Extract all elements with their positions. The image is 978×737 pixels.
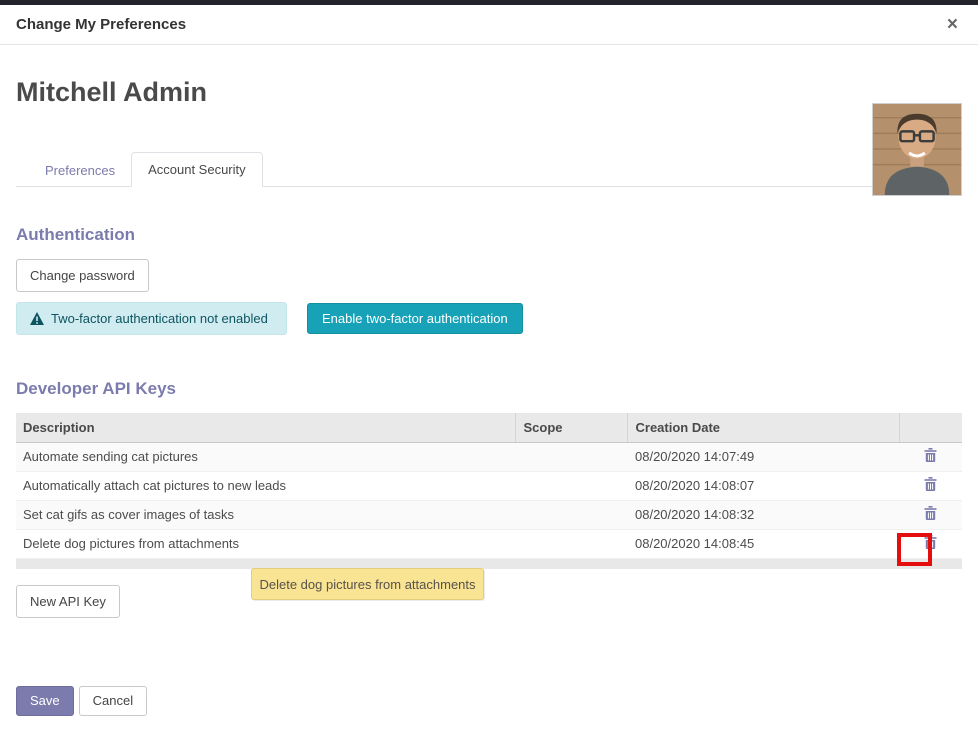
authentication-heading: Authentication xyxy=(16,225,962,245)
cell-scope xyxy=(515,442,627,471)
warning-icon xyxy=(30,312,44,325)
table-header-row: Description Scope Creation Date xyxy=(16,413,962,442)
cell-scope xyxy=(515,529,627,558)
tab-account-security[interactable]: Account Security xyxy=(131,152,263,187)
change-password-button[interactable]: Change password xyxy=(16,259,149,292)
table-row[interactable]: Automatically attach cat pictures to new… xyxy=(16,471,962,500)
cell-scope xyxy=(515,500,627,529)
column-header-description[interactable]: Description xyxy=(16,413,515,442)
new-api-key-button[interactable]: New API Key xyxy=(16,585,120,618)
cell-creation-date: 08/20/2020 14:07:49 xyxy=(627,442,899,471)
avatar-illustration xyxy=(873,104,961,195)
cell-scope xyxy=(515,471,627,500)
twofactor-alert: Two-factor authentication not enabled xyxy=(16,302,287,335)
tab-bar: Preferences Account Security xyxy=(16,151,962,187)
cell-creation-date: 08/20/2020 14:08:45 xyxy=(627,529,899,558)
delete-key-trash-icon[interactable] xyxy=(922,475,939,496)
avatar[interactable] xyxy=(872,103,962,196)
delete-key-trash-icon[interactable] xyxy=(922,446,939,467)
delete-key-trash-icon[interactable] xyxy=(922,533,939,554)
table-empty-filler xyxy=(16,559,962,569)
table-row[interactable]: Delete dog pictures from attachments 08/… xyxy=(16,529,962,558)
twofactor-row: Two-factor authentication not enabled En… xyxy=(16,302,962,335)
column-header-creation-date[interactable]: Creation Date xyxy=(627,413,899,442)
enable-twofactor-button[interactable]: Enable two-factor authentication xyxy=(307,303,523,334)
tab-preferences[interactable]: Preferences xyxy=(29,154,131,187)
user-name-heading: Mitchell Admin xyxy=(16,77,962,108)
save-button[interactable]: Save xyxy=(16,686,74,716)
column-header-scope[interactable]: Scope xyxy=(515,413,627,442)
api-keys-heading: Developer API Keys xyxy=(16,379,962,399)
cell-description: Automate sending cat pictures xyxy=(16,442,515,471)
dialog-footer: Save Cancel xyxy=(16,686,962,716)
table-row[interactable]: Set cat gifs as cover images of tasks 08… xyxy=(16,500,962,529)
twofactor-alert-text: Two-factor authentication not enabled xyxy=(51,311,268,326)
delete-key-trash-icon[interactable] xyxy=(922,504,939,525)
dialog-body: Mitchell Admin Preferences Account Secur… xyxy=(0,77,978,716)
cell-creation-date: 08/20/2020 14:08:32 xyxy=(627,500,899,529)
dialog-title: Change My Preferences xyxy=(16,16,186,33)
close-icon[interactable]: × xyxy=(943,13,962,36)
cell-description: Delete dog pictures from attachments xyxy=(16,529,515,558)
cancel-button[interactable]: Cancel xyxy=(79,686,147,716)
api-keys-table: Description Scope Creation Date Automate… xyxy=(16,413,962,559)
table-row[interactable]: Automate sending cat pictures 08/20/2020… xyxy=(16,442,962,471)
column-header-actions xyxy=(899,413,962,442)
tooltip: Delete dog pictures from attachments xyxy=(251,568,484,600)
cell-creation-date: 08/20/2020 14:08:07 xyxy=(627,471,899,500)
cell-description: Set cat gifs as cover images of tasks xyxy=(16,500,515,529)
dialog-header: Change My Preferences × xyxy=(0,5,978,45)
cell-description: Automatically attach cat pictures to new… xyxy=(16,471,515,500)
